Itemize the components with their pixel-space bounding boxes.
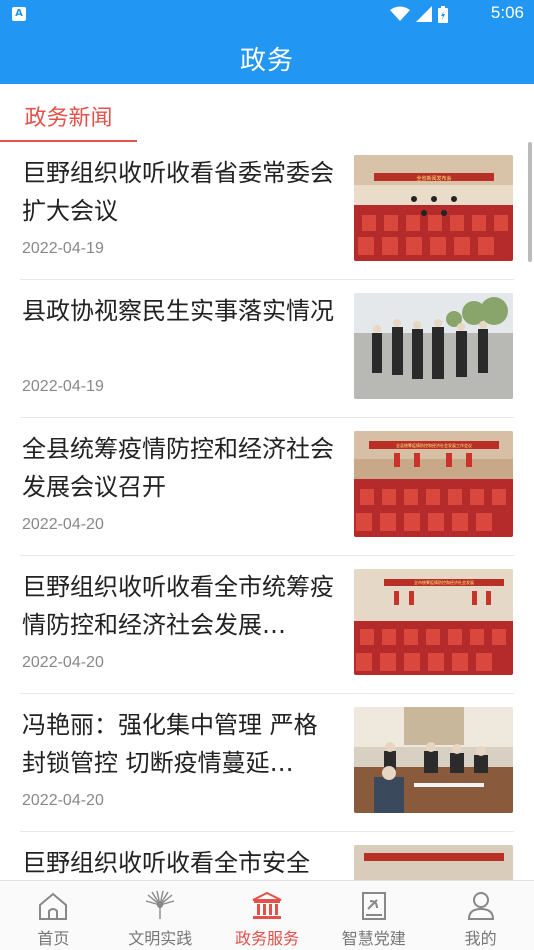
wifi-icon bbox=[390, 6, 410, 21]
nav-label: 首页 bbox=[37, 929, 70, 948]
news-item[interactable]: 全县统筹疫情防控和经济社会发展会议召开 2022-04-20 全县统筹疫情防控和… bbox=[0, 418, 534, 556]
news-list[interactable]: 巨野组织收听收看省委常委会扩大会议 2022-04-19 全省新闻发布会 县政协… bbox=[0, 142, 534, 880]
party-book-icon bbox=[361, 892, 386, 920]
thumb-banner-text: 全市统筹疫情防控和经济社会发展 bbox=[414, 579, 474, 585]
nav-label: 我的 bbox=[464, 929, 497, 948]
status-time: 5:06 bbox=[490, 3, 524, 22]
news-thumbnail: 全县统筹疫情防控和经济社会发展工作会议 bbox=[354, 431, 513, 537]
signal-icon bbox=[416, 6, 432, 22]
news-title: 巨野组织收听收看全市统筹疫情防控和经济社会发展… bbox=[22, 573, 334, 639]
nav-label: 智慧党建 bbox=[341, 929, 406, 948]
news-thumbnail bbox=[354, 707, 513, 813]
status-bar: A 5:06 bbox=[0, 0, 534, 28]
news-title: 巨野组织收听收看省委常委会扩大会议 bbox=[22, 159, 334, 225]
app-bar: 政务 bbox=[0, 28, 534, 84]
government-building-icon bbox=[252, 891, 282, 919]
nav-home[interactable]: 首页 bbox=[0, 881, 107, 950]
news-thumbnail bbox=[354, 845, 513, 880]
news-thumbnail: 全市统筹疫情防控和经济社会发展 bbox=[354, 569, 513, 675]
nav-label: 政务服务 bbox=[234, 929, 299, 948]
nav-civilization-practice[interactable]: 文明实践 bbox=[107, 881, 214, 950]
news-title: 巨野组织收听收看全市安全 bbox=[22, 849, 310, 877]
news-date: 2022-04-19 bbox=[22, 378, 104, 395]
news-date: 2022-04-20 bbox=[22, 792, 104, 809]
news-date: 2022-04-20 bbox=[22, 516, 104, 533]
system-icons bbox=[390, 5, 448, 23]
nav-smart-party-building[interactable]: 智慧党建 bbox=[320, 881, 427, 950]
nav-government-service[interactable]: 政务服务 bbox=[214, 881, 321, 950]
home-icon bbox=[39, 892, 68, 920]
news-item[interactable]: 巨野组织收听收看省委常委会扩大会议 2022-04-19 全省新闻发布会 bbox=[0, 142, 534, 280]
news-date: 2022-04-19 bbox=[22, 240, 104, 257]
thumb-banner-text: 全县统筹疫情防控和经济社会发展工作会议 bbox=[396, 442, 472, 448]
news-title: 全县统筹疫情防控和经济社会发展会议召开 bbox=[22, 435, 334, 501]
news-item[interactable]: 巨野组织收听收看全市安全 bbox=[0, 832, 534, 880]
profile-icon bbox=[467, 892, 494, 920]
nav-profile[interactable]: 我的 bbox=[427, 881, 534, 950]
page-title: 政务 bbox=[239, 46, 294, 76]
nav-label: 文明实践 bbox=[128, 929, 193, 948]
news-item[interactable]: 冯艳丽：强化集中管理 严格封锁管控 切断疫情蔓延… 2022-04-20 bbox=[0, 694, 534, 832]
tab-government-news[interactable]: 政务新闻 bbox=[0, 84, 137, 142]
tab-label: 政务新闻 bbox=[24, 106, 113, 131]
tab-bar: 政务新闻 bbox=[0, 84, 534, 142]
news-item[interactable]: 巨野组织收听收看全市统筹疫情防控和经济社会发展… 2022-04-20 全市统筹… bbox=[0, 556, 534, 694]
news-thumbnail: 全省新闻发布会 bbox=[354, 155, 513, 261]
news-item[interactable]: 县政协视察民生实事落实情况 2022-04-19 bbox=[0, 280, 534, 418]
news-thumbnail bbox=[354, 293, 513, 399]
news-title: 冯艳丽：强化集中管理 严格封锁管控 切断疫情蔓延… bbox=[22, 711, 318, 777]
peacock-icon bbox=[145, 890, 175, 919]
battery-icon bbox=[438, 5, 448, 23]
thumb-banner-text: 全省新闻发布会 bbox=[416, 175, 451, 182]
news-title: 县政协视察民生实事落实情况 bbox=[22, 297, 334, 325]
app-notification-icon: A bbox=[12, 7, 26, 21]
news-date: 2022-04-20 bbox=[22, 654, 104, 671]
scrollbar[interactable] bbox=[528, 142, 532, 262]
bottom-navigation: 首页 文明实践 政务服务 智慧党建 我的 bbox=[0, 880, 534, 950]
